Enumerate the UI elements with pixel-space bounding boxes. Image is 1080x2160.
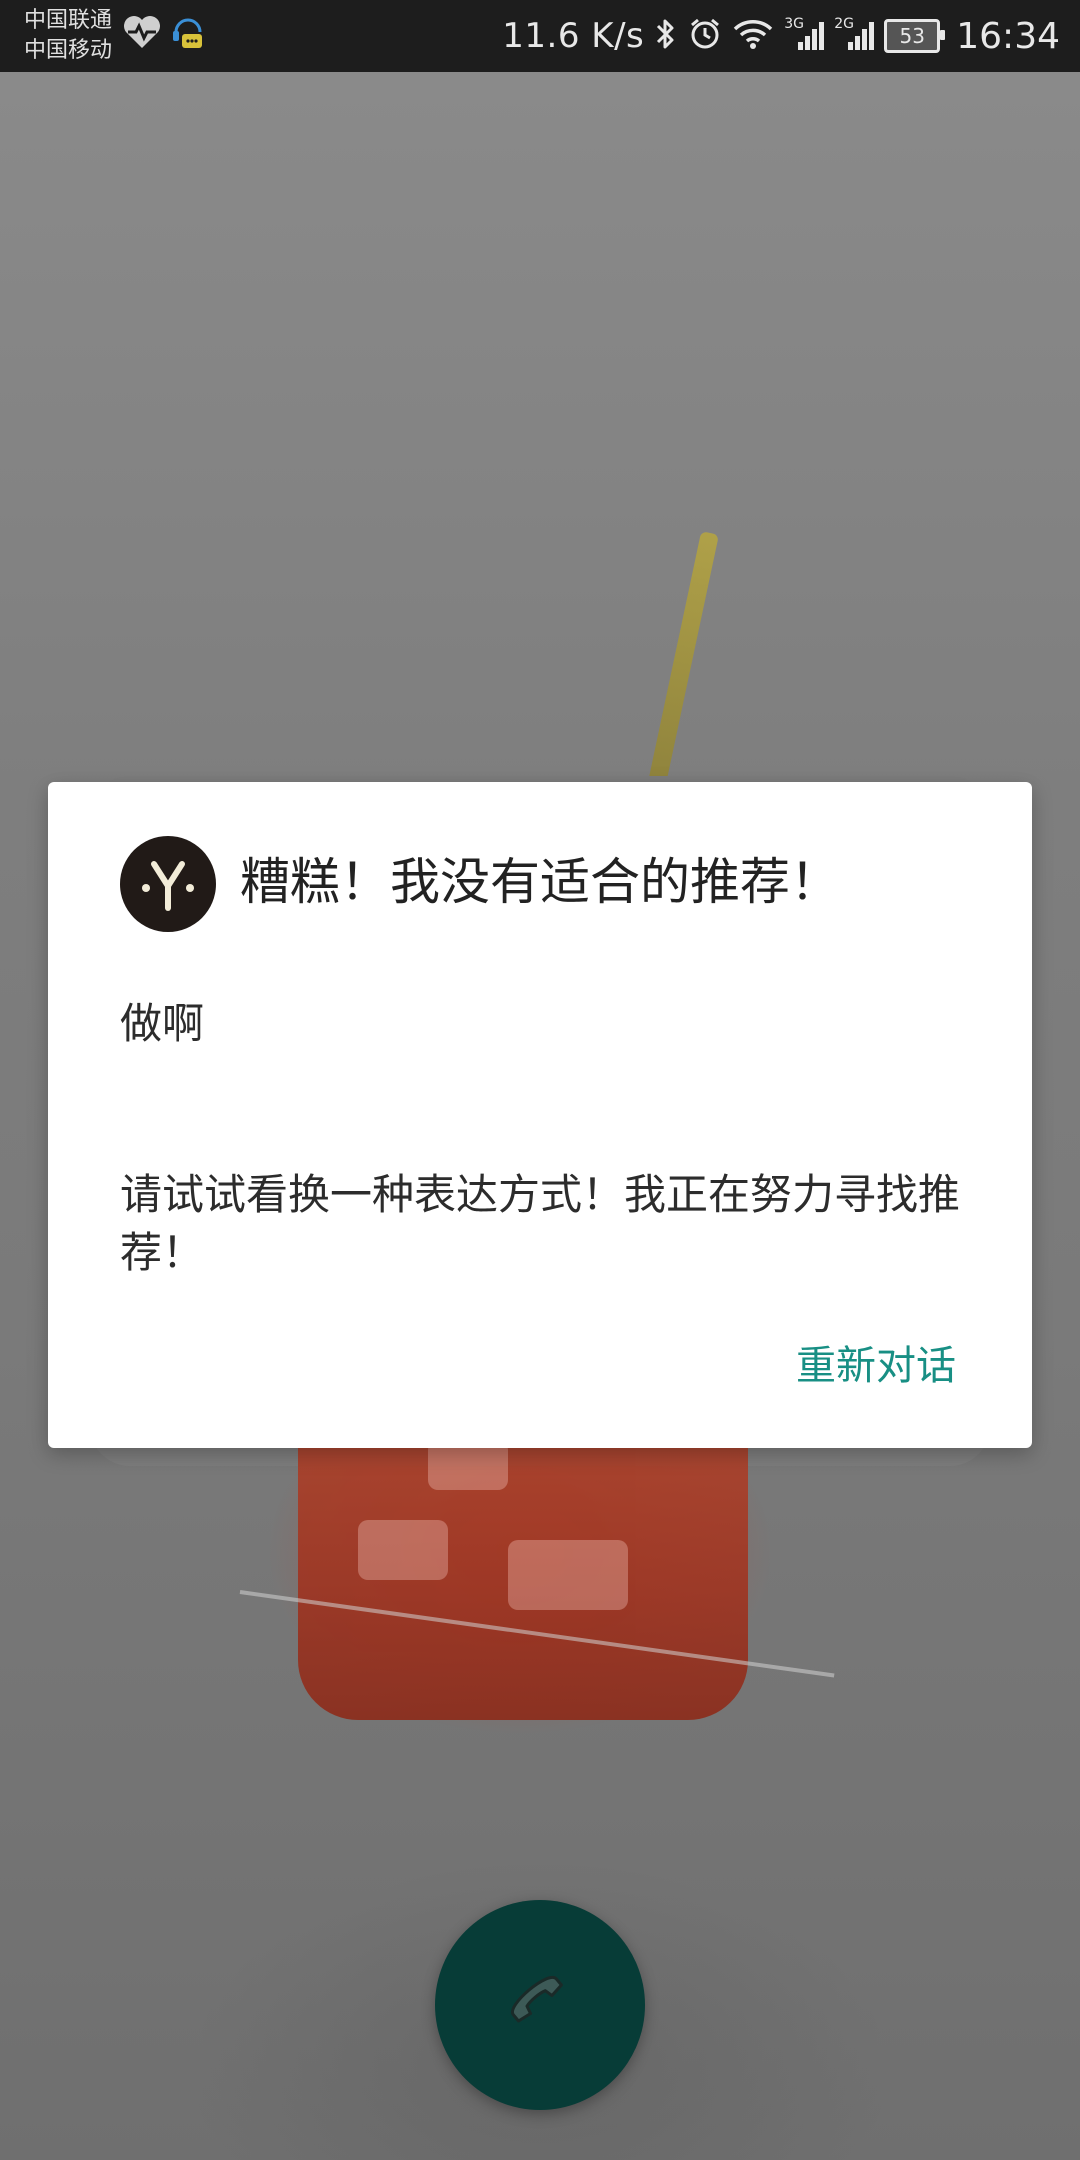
alarm-icon (688, 17, 722, 55)
carrier-1: 中国联通 (24, 8, 113, 33)
app-logo-icon (120, 836, 216, 932)
network-speed: 11.6 K/s (502, 16, 645, 56)
no-recommendation-dialog: 糟糕！我没有适合的推荐！ 做啊 请试试看换一种表达方式！我正在努力寻找推荐！ 重… (48, 782, 1032, 1448)
clock: 16:34 (956, 15, 1060, 57)
status-bar: 中国联通 中国移动 11.6 K/s 3G 2G 53 16:34 (0, 0, 1080, 72)
call-button[interactable] (435, 1900, 645, 2110)
phone-icon (490, 1953, 590, 2057)
background-drink (298, 1400, 748, 1720)
bluetooth-icon (654, 16, 678, 56)
user-query-text: 做啊 (120, 999, 205, 1048)
app-screen: 中国联通 中国移动 11.6 K/s 3G 2G 53 16:34 糟糕！我没有… (0, 0, 1080, 2160)
signal-3g-icon: 3G (784, 16, 825, 52)
dialog-title: 糟糕！我没有适合的推荐！ (240, 853, 840, 911)
chat-bot-icon (170, 14, 206, 56)
battery-icon: 53 (884, 19, 946, 53)
carrier-2: 中国移动 (24, 38, 113, 63)
status-right-group: 11.6 K/s 3G 2G 53 16:34 (502, 0, 1060, 72)
carrier-labels: 中国联通 中国移动 (24, 6, 112, 66)
dialog-message: 请试试看换一种表达方式！我正在努力寻找推荐！ (120, 1170, 961, 1277)
signal-2g-icon: 2G (834, 16, 875, 52)
wifi-icon (732, 17, 774, 55)
restart-conversation-button[interactable]: 重新对话 (792, 1338, 960, 1394)
heart-rate-icon (122, 14, 162, 54)
battery-level: 53 (899, 24, 925, 48)
